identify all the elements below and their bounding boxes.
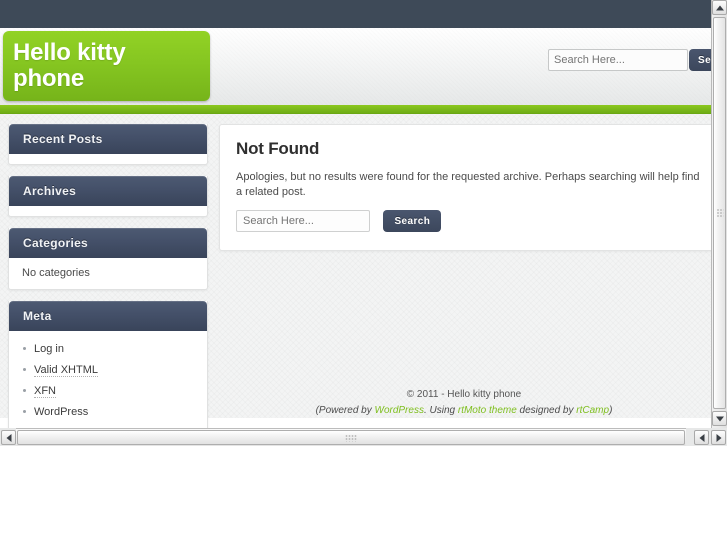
meta-link-wordpress[interactable]: WordPress	[34, 406, 88, 418]
credits-mid1: . Using	[423, 405, 458, 416]
arrow-left-icon	[6, 433, 11, 442]
site-logo-block[interactable]: Hello kitty phone	[3, 31, 210, 101]
horizontal-scroll-thumb[interactable]	[17, 430, 685, 445]
content-search-input[interactable]	[236, 210, 370, 232]
top-dark-band	[0, 0, 711, 28]
arrow-right-icon	[716, 433, 721, 442]
meta-link-xfn[interactable]: XFN	[34, 385, 56, 398]
header-search-button[interactable]: Search	[689, 49, 711, 71]
meta-link-valid-xhtml[interactable]: Valid XHTML	[34, 364, 98, 377]
footer-link-rtmoto-theme[interactable]: rtMoto theme	[458, 405, 517, 416]
page-body: Recent Posts Archives Categories No cate…	[0, 114, 711, 428]
site-title: Hello kitty phone	[13, 39, 126, 92]
arrow-left-icon	[699, 433, 704, 442]
content-search-form: Search	[236, 210, 702, 232]
meta-link-list: Log in Valid XHTML XFN WordPress	[9, 331, 207, 428]
footer-credits: (Powered by WordPress. Using rtMoto them…	[219, 405, 709, 416]
vertical-scroll-thumb[interactable]	[713, 17, 726, 409]
footer-copyright: © 2011 - Hello kitty phone	[406, 389, 522, 400]
widget-archives: Archives	[8, 176, 208, 217]
site-footer: © 2011 - Hello kitty phone (Powered by W…	[219, 389, 709, 416]
widget-recent-posts: Recent Posts	[8, 124, 208, 165]
widget-title: Meta	[9, 301, 207, 331]
widget-title: Recent Posts	[9, 124, 207, 154]
meta-link-login[interactable]: Log in	[34, 343, 64, 355]
widget-body: Log in Valid XHTML XFN WordPress	[9, 331, 207, 428]
green-accent-bar	[0, 105, 711, 114]
widget-meta: Meta Log in Valid XHTML XFN WordPress	[8, 301, 208, 428]
widget-categories: Categories No categories	[8, 228, 208, 290]
header-search-form: Search	[548, 49, 711, 71]
list-item: WordPress	[9, 402, 207, 423]
no-categories-text: No categories	[22, 267, 90, 279]
credits-suffix: )	[609, 405, 613, 416]
widget-title: Categories	[9, 228, 207, 258]
scroll-left-button[interactable]	[1, 430, 16, 445]
arrow-up-icon	[715, 5, 724, 10]
header-search-input[interactable]	[548, 49, 688, 71]
scroll-up-button[interactable]	[712, 0, 727, 15]
widget-title: Archives	[9, 176, 207, 206]
horizontal-scrollbar[interactable]	[0, 428, 727, 446]
list-item: Valid XHTML	[9, 360, 207, 381]
scroll-left-button-end[interactable]	[694, 430, 709, 445]
window-bottom-area	[0, 446, 727, 545]
widget-body: No categories	[9, 258, 207, 289]
not-found-panel: Not Found Apologies, but no results were…	[219, 124, 711, 251]
content-search-button[interactable]: Search	[383, 210, 442, 232]
credits-mid2: designed by	[516, 405, 577, 416]
footer-link-wordpress[interactable]: WordPress	[375, 405, 424, 416]
scroll-right-button[interactable]	[711, 430, 726, 445]
list-item: Log in	[9, 339, 207, 360]
list-item: XFN	[9, 381, 207, 402]
web-page: Hello kitty phone Search Recent Posts Ar…	[0, 0, 711, 428]
sidebar: Recent Posts Archives Categories No cate…	[8, 124, 208, 428]
not-found-message: Apologies, but no results were found for…	[236, 171, 700, 198]
page-title: Not Found	[236, 139, 320, 158]
widget-body	[9, 154, 207, 164]
main-content: Not Found Apologies, but no results were…	[219, 124, 711, 251]
scroll-down-button[interactable]	[712, 411, 727, 426]
vertical-scrollbar[interactable]	[711, 0, 727, 428]
arrow-down-icon	[715, 416, 724, 421]
footer-link-rtcamp[interactable]: rtCamp	[576, 405, 609, 416]
credits-prefix: (Powered by	[315, 405, 375, 416]
widget-body	[9, 206, 207, 216]
browser-viewport: Hello kitty phone Search Recent Posts Ar…	[0, 0, 727, 545]
scroll-grip-icon	[345, 434, 357, 441]
scroll-grip-icon	[716, 208, 723, 218]
